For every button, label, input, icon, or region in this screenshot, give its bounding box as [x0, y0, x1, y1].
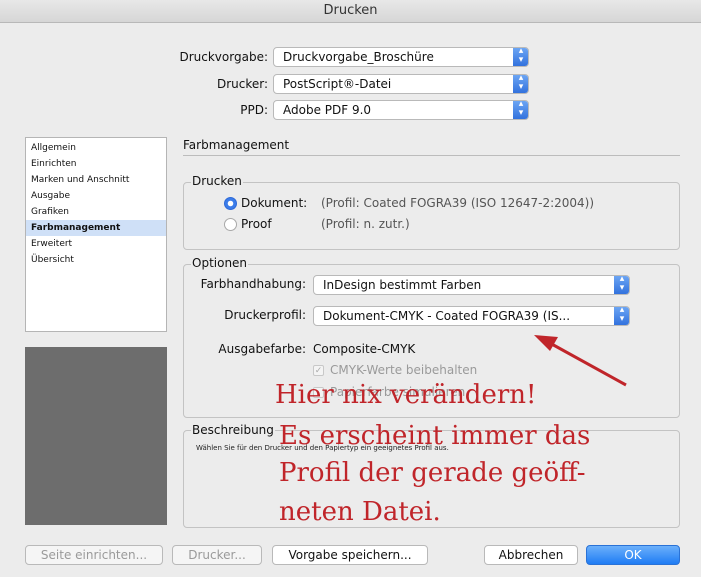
sidebar-item-farbmanagement[interactable]: Farbmanagement [26, 220, 166, 236]
preset-select[interactable]: Druckvorgabe_Broschüre ▴ ▾ [273, 47, 529, 67]
page-preview [25, 347, 167, 525]
section-title: Farbmanagement [183, 138, 290, 152]
printer-label: Drucker: [216, 77, 268, 91]
proof-profile: (Profil: n. zutr.) [321, 217, 410, 231]
printer-profile-select[interactable]: Dokument-CMYK - Coated FOGRA39 (IS... ▴ ▾ [313, 306, 630, 326]
sidebar-item-erweitert[interactable]: Erweitert [26, 236, 166, 252]
output-color-label: Ausgabefarbe: [218, 342, 306, 356]
output-color-value: Composite-CMYK [313, 342, 416, 356]
sidebar-item-einrichten[interactable]: Einrichten [26, 156, 166, 172]
sidebar-item-ausgabe[interactable]: Ausgabe [26, 188, 166, 204]
annotation-line-2: Es erscheint immer das [279, 421, 591, 451]
annotation-line-3: Profil der gerade geöff- [279, 458, 586, 488]
stepper-arrows-icon: ▴ ▾ [614, 276, 629, 294]
section-divider [183, 155, 680, 156]
printer-button[interactable]: Drucker... [172, 545, 262, 565]
color-handling-value: InDesign bestimmt Farben [323, 278, 482, 292]
annotation-arrow-icon [534, 335, 627, 387]
preset-value: Druckvorgabe_Broschüre [283, 50, 434, 64]
proof-radio[interactable] [224, 218, 237, 231]
ppd-select[interactable]: Adobe PDF 9.0 ▴ ▾ [273, 100, 529, 120]
preserve-cmyk-checkbox[interactable]: ✓ [313, 365, 324, 376]
sidebar-item-uebersicht[interactable]: Übersicht [26, 252, 166, 268]
preset-label: Druckvorgabe: [179, 50, 268, 64]
printer-select[interactable]: PostScript®-Datei ▴ ▾ [273, 74, 529, 94]
description-group-title: Beschreibung [191, 423, 275, 437]
document-label: Dokument: [241, 196, 308, 210]
annotation-line-1: Hier nix verändern! [275, 380, 537, 410]
print-group [183, 182, 680, 250]
proof-label: Proof [241, 217, 272, 231]
print-group-title: Drucken [191, 174, 243, 188]
stepper-arrows-icon: ▴ ▾ [513, 48, 528, 66]
sidebar-item-allgemein[interactable]: Allgemein [26, 140, 166, 156]
ok-button[interactable]: OK [586, 545, 680, 565]
sidebar-item-grafiken[interactable]: Grafiken [26, 204, 166, 220]
color-handling-label: Farbhandhabung: [200, 277, 306, 291]
preserve-cmyk-label: CMYK-Werte beibehalten [330, 363, 478, 377]
window-title: Drucken [0, 0, 701, 23]
category-list: Allgemein Einrichten Marken und Anschnit… [25, 137, 167, 332]
document-profile: (Profil: Coated FOGRA39 (ISO 12647-2:200… [321, 196, 595, 210]
options-group-title: Optionen [191, 256, 249, 270]
stepper-arrows-icon: ▴ ▾ [513, 75, 528, 93]
annotation-line-4: neten Datei. [279, 497, 441, 527]
printer-profile-value: Dokument-CMYK - Coated FOGRA39 (IS... [323, 309, 571, 323]
document-radio[interactable] [224, 197, 237, 210]
ppd-label: PPD: [240, 103, 268, 117]
stepper-arrows-icon: ▴ ▾ [614, 307, 629, 325]
stepper-arrows-icon: ▴ ▾ [513, 101, 528, 119]
cancel-button[interactable]: Abbrechen [484, 545, 578, 565]
printer-value: PostScript®-Datei [283, 77, 392, 91]
page-setup-button[interactable]: Seite einrichten... [25, 545, 163, 565]
printer-profile-label: Druckerprofil: [224, 308, 306, 322]
ppd-value: Adobe PDF 9.0 [283, 103, 372, 117]
sidebar-item-marken[interactable]: Marken und Anschnitt [26, 172, 166, 188]
save-preset-button[interactable]: Vorgabe speichern... [272, 545, 428, 565]
color-handling-select[interactable]: InDesign bestimmt Farben ▴ ▾ [313, 275, 630, 295]
